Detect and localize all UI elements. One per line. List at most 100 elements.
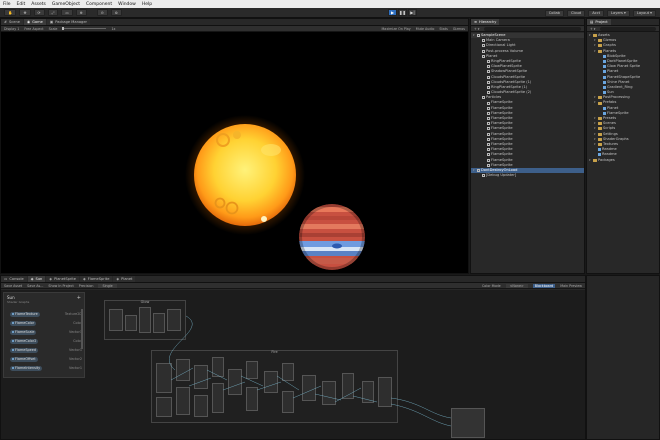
- color-mode-dropdown[interactable]: <None>: [505, 283, 528, 288]
- graph-node[interactable]: [167, 309, 181, 331]
- tab-project[interactable]: ▤ Project: [587, 19, 611, 25]
- maximize-on-play-toggle[interactable]: Maximize On Play: [381, 27, 410, 31]
- tab-package-manager[interactable]: ▣ Package Manager: [46, 19, 91, 25]
- property-pill[interactable]: FlameIntensity: [10, 365, 43, 371]
- main-preview-toggle[interactable]: Main Preview: [560, 284, 582, 288]
- pivot-toggle[interactable]: ⊙: [96, 9, 108, 16]
- graph-node[interactable]: [125, 315, 137, 331]
- graph-node[interactable]: [176, 387, 190, 415]
- save-as-button[interactable]: Save As...: [27, 284, 43, 288]
- precision-dropdown[interactable]: Single: [98, 283, 117, 288]
- graph-node[interactable]: [139, 307, 151, 333]
- property-pill[interactable]: FlameColor2: [10, 338, 39, 344]
- gizmos-dropdown[interactable]: Gizmos: [453, 27, 465, 31]
- graph-node[interactable]: [194, 395, 208, 417]
- hierarchy-search-input[interactable]: [484, 26, 581, 31]
- hierarchy-item-row[interactable]: [Debug Updater]: [471, 173, 584, 178]
- expand-arrow-icon[interactable]: ▾: [589, 158, 591, 163]
- account-button[interactable]: Acct: [588, 9, 604, 17]
- blackboard-property[interactable]: FlameTexture Texture2D: [8, 311, 84, 317]
- blackboard-scrollbar[interactable]: [81, 309, 83, 349]
- graph-node[interactable]: [194, 365, 208, 389]
- graph-node[interactable]: [378, 377, 392, 407]
- create-dropdown[interactable]: + ▾: [474, 27, 479, 31]
- game-viewport[interactable]: [1, 32, 469, 274]
- play-button[interactable]: ▶: [388, 9, 397, 16]
- graph-node[interactable]: [176, 359, 190, 381]
- mute-audio-toggle[interactable]: Mute Audio: [416, 27, 435, 31]
- graph-node[interactable]: [282, 391, 294, 413]
- expand-arrow-icon[interactable]: ▾: [594, 49, 596, 54]
- menu-help[interactable]: Help: [142, 2, 152, 7]
- hand-tool-button[interactable]: ✋: [4, 9, 17, 16]
- project-item-row[interactable]: ▾ Packages: [587, 158, 659, 163]
- rect-tool-button[interactable]: ▭: [61, 9, 73, 16]
- graph-node[interactable]: [322, 381, 336, 405]
- tab-planetsprite-graph[interactable]: ◈ PlanetSprite: [46, 276, 79, 282]
- move-tool-button[interactable]: ✥: [19, 9, 31, 16]
- graph-node[interactable]: [362, 381, 374, 403]
- expand-arrow-icon[interactable]: ▾: [594, 100, 596, 105]
- graph-node[interactable]: [212, 357, 224, 377]
- graph-node[interactable]: [246, 387, 258, 411]
- add-property-button[interactable]: +: [77, 295, 81, 301]
- property-pill[interactable]: FlameOffset: [10, 356, 38, 362]
- expand-arrow-icon[interactable]: ▾: [473, 33, 475, 38]
- property-pill[interactable]: FlameTexture: [10, 311, 40, 317]
- project-search-input[interactable]: [600, 26, 656, 31]
- graph-node[interactable]: [212, 383, 224, 413]
- graph-node[interactable]: [156, 397, 172, 417]
- transform-tool-button[interactable]: ⊕: [75, 9, 87, 16]
- graph-node[interactable]: [153, 313, 165, 333]
- cloud-button[interactable]: Cloud: [566, 9, 586, 17]
- scale-slider[interactable]: [62, 27, 107, 30]
- blackboard-property[interactable]: FlameColor2 Color: [8, 338, 84, 344]
- step-button[interactable]: ▶|: [408, 9, 417, 16]
- blackboard-toggle[interactable]: Blackboard: [532, 283, 556, 288]
- graph-canvas[interactable]: Sun Shader Graphs + FlameTexture Texture2…: [1, 290, 585, 439]
- menu-window[interactable]: Window: [118, 2, 136, 7]
- graph-node[interactable]: [156, 363, 172, 393]
- master-node[interactable]: [451, 408, 485, 438]
- tab-game[interactable]: ◉ Game: [23, 19, 46, 25]
- display-dropdown[interactable]: Display 1: [4, 27, 19, 31]
- graph-node[interactable]: [342, 373, 354, 399]
- tab-flamesprite-graph[interactable]: ◈ FlameSprite: [80, 276, 113, 282]
- node-group-glow[interactable]: Glow: [104, 300, 186, 340]
- graph-node[interactable]: [246, 361, 258, 379]
- property-pill[interactable]: FlameScale: [10, 329, 37, 335]
- menu-gameobject[interactable]: GameObject: [52, 2, 80, 7]
- expand-arrow-icon[interactable]: ▾: [473, 168, 475, 173]
- graph-node[interactable]: [109, 309, 123, 331]
- pause-button[interactable]: ❚❚: [398, 9, 407, 16]
- tab-scene[interactable]: # Scene: [1, 19, 23, 25]
- menu-component[interactable]: Component: [86, 2, 112, 7]
- blackboard-property[interactable]: FlameIntensity Vector1: [8, 365, 84, 371]
- aspect-dropdown[interactable]: Free Aspect: [24, 27, 43, 31]
- layout-dropdown[interactable]: Layout ▾: [632, 9, 656, 17]
- menu-assets[interactable]: Assets: [31, 2, 46, 7]
- property-pill[interactable]: FlameSpeed: [10, 347, 38, 353]
- expand-arrow-icon[interactable]: ▾: [589, 33, 591, 38]
- save-asset-button[interactable]: Save Asset: [4, 284, 22, 288]
- rotate-tool-button[interactable]: ⟳: [33, 9, 45, 16]
- tab-sun-graph[interactable]: ◈ Sun: [27, 276, 46, 282]
- node-group-fire[interactable]: Fire: [151, 350, 398, 423]
- graph-node[interactable]: [264, 371, 278, 393]
- blackboard-property[interactable]: FlameScale Vector1: [8, 329, 84, 335]
- tab-hierarchy[interactable]: ≡ Hierarchy: [471, 19, 500, 25]
- global-toggle[interactable]: ⊚: [110, 9, 122, 16]
- blackboard-property[interactable]: FlameSpeed Vector1: [8, 347, 84, 353]
- blackboard-property[interactable]: FlameColor Color: [8, 320, 84, 326]
- menu-edit[interactable]: Edit: [17, 2, 26, 7]
- tab-console[interactable]: ▭ Console: [1, 276, 27, 282]
- scale-tool-button[interactable]: ⤢: [47, 9, 59, 16]
- property-pill[interactable]: FlameColor: [10, 320, 37, 326]
- expand-arrow-icon[interactable]: ▾: [594, 142, 596, 147]
- tab-planet-graph[interactable]: ◈ Planet: [113, 276, 136, 282]
- project-create-dropdown[interactable]: + ▾: [590, 27, 595, 31]
- layers-dropdown[interactable]: Layers ▾: [606, 9, 630, 17]
- menu-file[interactable]: File: [3, 2, 11, 7]
- blackboard-property[interactable]: FlameOffset Vector2: [8, 356, 84, 362]
- graph-node[interactable]: [228, 369, 242, 395]
